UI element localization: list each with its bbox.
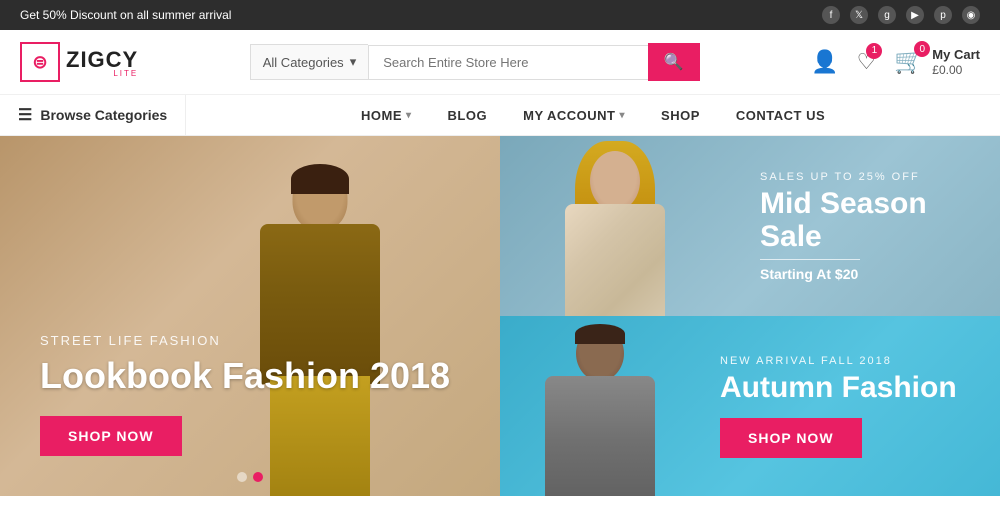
hero-right-panels: SALES UP TO 25% OFF Mid Season Sale Star… [500,136,1000,496]
home-dropdown-arrow: ▾ [406,110,412,121]
hero-title: Lookbook Fashion 2018 [40,356,450,396]
category-dropdown[interactable]: All Categories ▾ [250,44,368,80]
twitter-icon[interactable]: 𝕏 [850,6,868,24]
cart-icon-wrap: 🛒 0 [894,47,924,76]
account-dropdown-arrow: ▾ [620,110,626,121]
search-input[interactable] [368,45,648,80]
woman-figure [500,136,730,316]
new-arrival-tag: NEW ARRIVAL FALL 2018 [720,355,957,367]
hero-right-top-content: SALES UP TO 25% OFF Mid Season Sale Star… [760,171,970,282]
search-button[interactable]: 🔍 [648,43,700,81]
nav-blog[interactable]: BLOG [430,96,506,135]
promo-text: Get 50% Discount on all summer arrival [20,8,231,22]
search-icon: 🔍 [664,54,684,71]
hero-right-top: SALES UP TO 25% OFF Mid Season Sale Star… [500,136,1000,316]
hero-right-shop-now[interactable]: SHOP NOW [720,418,862,458]
header: ⊜ ZIGCY LITE All Categories ▾ 🔍 👤 ♡ 1 🛒 … [0,30,1000,95]
brand-name: ZIGCY [66,47,138,72]
header-actions: 👤 ♡ 1 🛒 0 My Cart £0.00 [811,47,980,77]
sale-tag: SALES UP TO 25% OFF [760,171,970,183]
autumn-title: Autumn Fashion [720,371,957,404]
nav-myaccount[interactable]: MY ACCOUNT ▾ [505,96,643,135]
logo[interactable]: ⊜ ZIGCY LITE [20,42,138,82]
pinterest-icon[interactable]: p [934,6,952,24]
cart-text: My Cart £0.00 [932,47,980,77]
nav-contact[interactable]: CONTACT US [718,96,843,135]
dropdown-arrow: ▾ [350,54,357,70]
instagram-icon[interactable]: ◉ [962,6,980,24]
googleplus-icon[interactable]: g [878,6,896,24]
youtube-icon[interactable]: ▶ [906,6,924,24]
hero-right-bottom-content: NEW ARRIVAL FALL 2018 Autumn Fashion SHO… [720,355,957,458]
hero-left-content: STREET LIFE FASHION Lookbook Fashion 201… [40,333,450,456]
browse-categories[interactable]: ☰ Browse Categories [0,95,186,135]
top-bar: Get 50% Discount on all summer arrival f… [0,0,1000,30]
cart-label: My Cart [932,47,980,63]
account-icon[interactable]: 👤 [811,49,838,75]
logo-text-wrap: ZIGCY LITE [66,47,138,78]
nav-home[interactable]: HOME ▾ [343,96,430,135]
hero-section: STREET LIFE FASHION Lookbook Fashion 201… [0,136,1000,496]
hero-subtitle: STREET LIFE FASHION [40,333,450,348]
wishlist-badge: 1 [866,43,882,59]
man2-figure [500,316,700,496]
logo-icon: ⊜ [20,42,60,82]
sale-title: Mid Season Sale [760,187,970,253]
wishlist-button[interactable]: ♡ 1 [857,49,877,75]
social-links: f 𝕏 g ▶ p ◉ [822,6,980,24]
sale-starting-price: Starting At $20 [760,266,970,282]
category-label: All Categories [263,55,344,70]
cart-amount: £0.00 [932,63,980,77]
hero-left-panel: STREET LIFE FASHION Lookbook Fashion 201… [0,136,500,496]
main-nav: HOME ▾ BLOG MY ACCOUNT ▾ SHOP CONTACT US [186,96,1000,135]
hamburger-icon: ☰ [18,105,32,125]
hero-right-bottom: NEW ARRIVAL FALL 2018 Autumn Fashion SHO… [500,316,1000,496]
hero-left-shop-now[interactable]: SHOP NOW [40,416,182,456]
logo-icon-letter: ⊜ [32,52,47,73]
facebook-icon[interactable]: f [822,6,840,24]
nav-shop[interactable]: SHOP [643,96,718,135]
search-area: All Categories ▾ 🔍 [250,43,700,81]
browse-label: Browse Categories [40,107,167,123]
sale-divider [760,259,860,260]
cart-button[interactable]: 🛒 0 My Cart £0.00 [894,47,980,77]
navbar: ☰ Browse Categories HOME ▾ BLOG MY ACCOU… [0,95,1000,136]
cart-badge: 0 [914,41,930,57]
